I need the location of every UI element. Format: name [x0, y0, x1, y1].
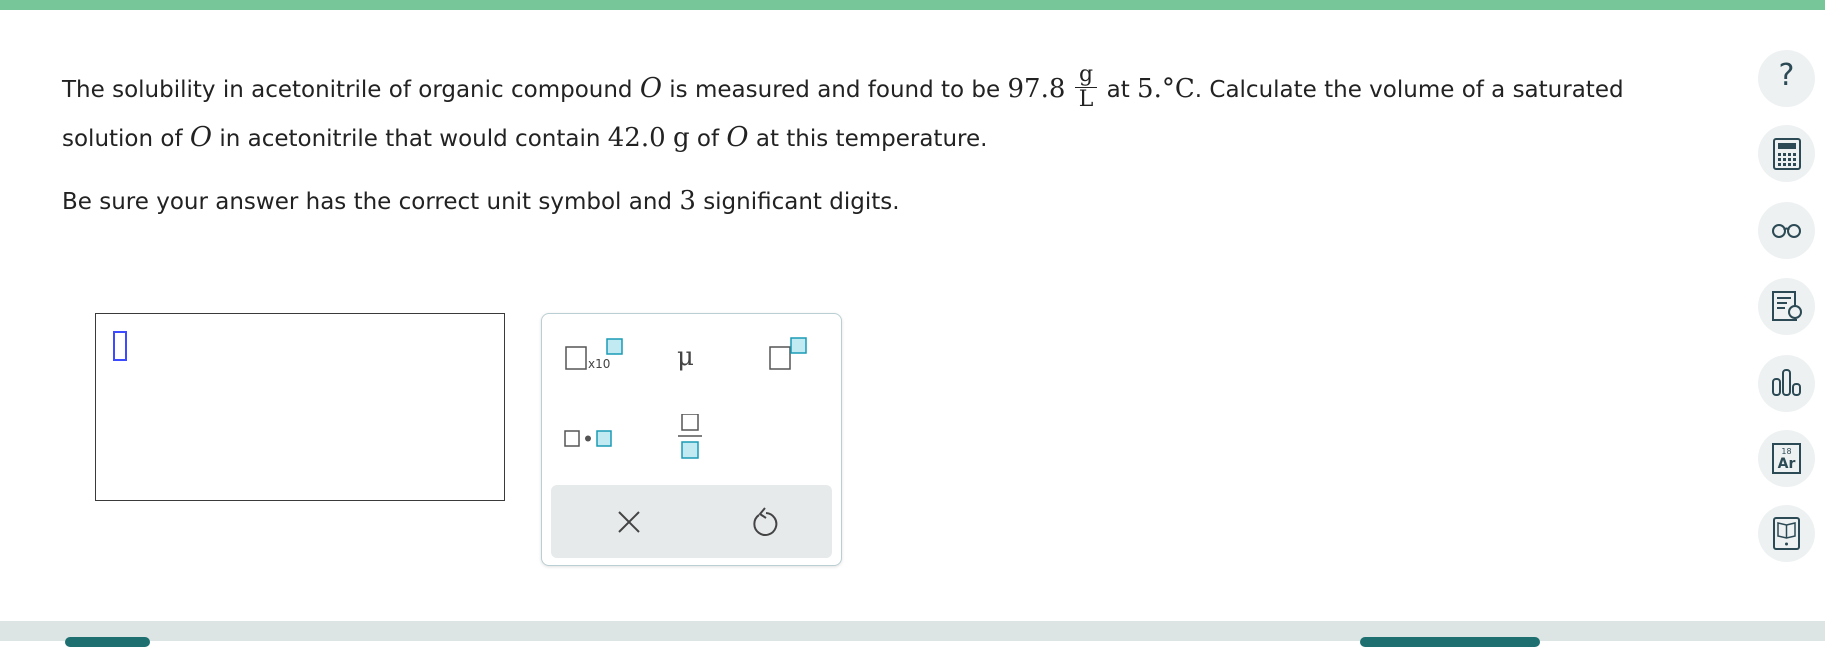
- instructions-text-segment: significant digits.: [703, 189, 900, 215]
- bottom-tab-right[interactable]: [1360, 637, 1540, 647]
- scientific-notation-icon: x10: [565, 338, 623, 371]
- mass-unit: g: [672, 123, 690, 153]
- fraction-button[interactable]: [667, 414, 737, 464]
- multiply-dot-button[interactable]: [562, 414, 632, 464]
- ebook-icon: [1773, 517, 1800, 550]
- undo-button[interactable]: [731, 495, 801, 545]
- superscript-icon: [769, 337, 807, 370]
- micro-prefix-button[interactable]: μ: [667, 334, 737, 384]
- temperature-unit: °C: [1161, 74, 1195, 104]
- bar-chart-icon: [1772, 369, 1801, 396]
- question-text-segment: at: [1106, 77, 1130, 103]
- multiply-dot-icon: [564, 430, 612, 447]
- temperature-value: 5.: [1137, 74, 1162, 104]
- calculator-button[interactable]: [1758, 125, 1815, 182]
- mass-value: 42.0: [607, 123, 666, 153]
- solubility-value: 97.8: [1007, 74, 1066, 104]
- question-text-segment: of: [696, 126, 720, 152]
- instructions-line: Be sure your answer has the correct unit…: [62, 186, 900, 216]
- math-palette: x10 μ: [541, 313, 842, 566]
- help-button[interactable]: ?: [1758, 50, 1815, 107]
- question-text-segment: at this temperature.: [755, 126, 988, 152]
- solubility-unit-fraction: gL: [1074, 63, 1098, 112]
- top-progress-bar: [0, 0, 1825, 10]
- reading-glasses-button[interactable]: [1758, 202, 1815, 259]
- answer-input[interactable]: [95, 313, 505, 501]
- question-line-1: The solubility in acetonitrile of organi…: [62, 63, 1624, 115]
- data-chart-button[interactable]: [1758, 355, 1815, 412]
- close-icon: [618, 511, 640, 533]
- atomic-number-label: 18: [1781, 447, 1791, 456]
- scientific-notation-button[interactable]: x10: [562, 334, 632, 384]
- bottom-tab-left[interactable]: [65, 637, 150, 647]
- question-text-segment: . Calculate the volume of a saturated: [1194, 77, 1624, 103]
- question-text-segment: The solubility in acetonitrile of organi…: [62, 77, 633, 103]
- x10-label: x10: [588, 357, 610, 371]
- bottom-bar: [0, 621, 1825, 647]
- unit-denominator: L: [1078, 87, 1094, 112]
- ebook-button[interactable]: [1758, 505, 1815, 562]
- unit-numerator: g: [1074, 63, 1098, 88]
- glasses-icon: [1772, 224, 1801, 238]
- explanation-button[interactable]: [1758, 278, 1815, 335]
- mu-symbol: μ: [677, 342, 694, 372]
- question-text-segment: is measured and found to be: [669, 77, 1001, 103]
- help-icon: ?: [1778, 58, 1795, 93]
- compound-symbol: O: [189, 122, 213, 153]
- element-symbol-label: Ar: [1778, 456, 1796, 472]
- sig-digits-value: 3: [679, 186, 696, 216]
- clear-button[interactable]: [591, 495, 661, 545]
- periodic-table-icon: 18 Ar: [1772, 443, 1801, 474]
- palette-action-bar: [551, 485, 832, 558]
- undo-icon: [753, 507, 778, 536]
- superscript-button[interactable]: [767, 334, 837, 384]
- compound-symbol: O: [726, 122, 749, 153]
- document-lightbulb-icon: [1772, 291, 1802, 321]
- question-text-segment: in acetonitrile that would contain: [219, 126, 601, 152]
- question-line-2: solution of O in acetonitrile that would…: [62, 122, 987, 153]
- instructions-text-segment: Be sure your answer has the correct unit…: [62, 189, 673, 215]
- input-cursor: [113, 331, 127, 361]
- compound-symbol: O: [639, 73, 662, 104]
- question-text-segment: solution of: [62, 126, 183, 152]
- calculator-icon: [1773, 138, 1801, 170]
- periodic-table-button[interactable]: 18 Ar: [1758, 430, 1815, 487]
- fraction-icon: [678, 414, 702, 459]
